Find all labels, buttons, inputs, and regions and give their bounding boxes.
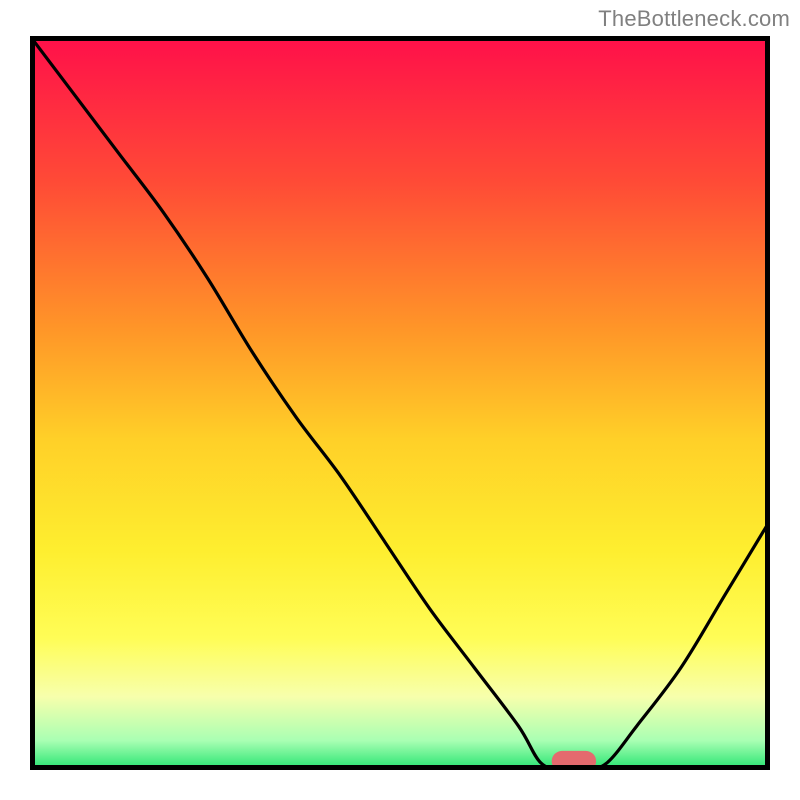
chart-svg (30, 36, 770, 770)
watermark-text: TheBottleneck.com (598, 6, 790, 32)
bottleneck-chart (30, 36, 770, 770)
chart-background (30, 36, 770, 770)
